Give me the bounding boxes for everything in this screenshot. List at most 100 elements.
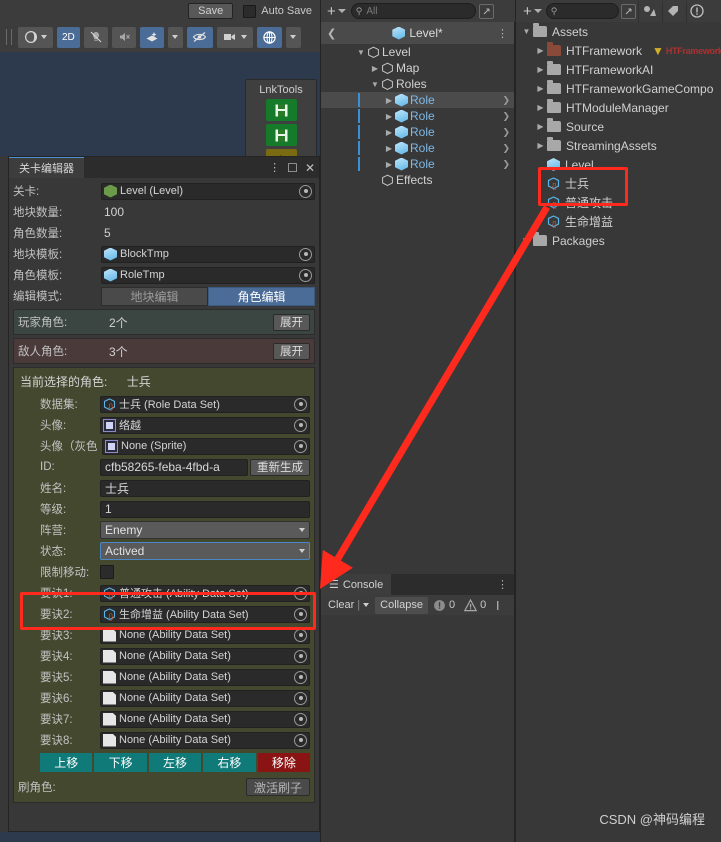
- twirl-right-icon[interactable]: ▶: [369, 64, 381, 73]
- twirl-right-icon[interactable]: ▶: [534, 122, 547, 131]
- hierarchy-item-effects[interactable]: Effects: [321, 172, 514, 188]
- ability-3-object-field[interactable]: None (Ability Data Set): [100, 626, 310, 644]
- shading-mode-button[interactable]: [18, 26, 53, 48]
- move-up-button[interactable]: 上移: [40, 753, 93, 772]
- twirl-right-icon[interactable]: ▶: [383, 160, 395, 169]
- scene-camera-button[interactable]: [216, 26, 253, 48]
- limit-move-checkbox[interactable]: [100, 565, 114, 579]
- state-dropdown[interactable]: Actived: [100, 542, 310, 560]
- level-input[interactable]: 1: [100, 500, 310, 518]
- 2d-toggle-button[interactable]: 2D: [57, 26, 80, 48]
- avatar-gray-object-field[interactable]: None (Sprite): [102, 437, 310, 455]
- twirl-right-icon[interactable]: ▶: [534, 103, 547, 112]
- move-down-button[interactable]: 下移: [94, 753, 147, 772]
- object-picker-icon[interactable]: [294, 649, 307, 663]
- ability-1-object-field[interactable]: {} 普通攻击 (Ability Data Set): [100, 584, 310, 602]
- move-right-button[interactable]: 右移: [203, 753, 256, 772]
- role-template-object-field[interactable]: RoleTmp: [101, 266, 315, 284]
- name-input[interactable]: 士兵: [100, 479, 310, 497]
- chevron-right-icon[interactable]: ❯: [502, 127, 510, 138]
- tab-level-editor[interactable]: 关卡编辑器: [9, 157, 84, 178]
- hierarchy-item-roles[interactable]: ▼ Roles: [321, 76, 514, 92]
- block-template-object-field[interactable]: BlockTmp: [101, 245, 315, 263]
- object-picker-icon[interactable]: [294, 418, 307, 432]
- more-options-icon[interactable]: ⋮: [497, 27, 508, 40]
- hierarchy-item-level[interactable]: ▼ Level: [321, 44, 514, 60]
- project-create-button[interactable]: +: [521, 4, 544, 19]
- object-picker-icon[interactable]: [294, 397, 307, 411]
- object-picker-icon[interactable]: [299, 184, 312, 198]
- scene-fx-dropdown[interactable]: [167, 26, 183, 48]
- project-item-life-gain[interactable]: {} 生命增益: [516, 212, 721, 231]
- ability-6-object-field[interactable]: None (Ability Data Set): [100, 689, 310, 707]
- dataset-object-field[interactable]: {} 士兵 (Role Data Set): [100, 395, 310, 413]
- scene-audio-button[interactable]: [111, 26, 136, 48]
- object-picker-icon[interactable]: [294, 733, 307, 747]
- twirl-right-icon[interactable]: ▶: [534, 84, 547, 93]
- project-item-htframework[interactable]: ▶ HTFramework ▼ HTFramework: [516, 41, 721, 60]
- twirl-right-icon[interactable]: ▶: [534, 141, 547, 150]
- id-input[interactable]: cfb58265-feba-4fbd-a: [100, 458, 248, 476]
- avatar-object-field[interactable]: 络越: [100, 416, 310, 434]
- save-all-button[interactable]: [265, 124, 297, 146]
- edit-mode-block-button[interactable]: 地块编辑: [101, 286, 208, 306]
- move-left-button[interactable]: 左移: [148, 753, 202, 772]
- twirl-down-icon[interactable]: ▼: [520, 27, 533, 36]
- error-icon[interactable]: [685, 0, 708, 22]
- ability-7-object-field[interactable]: None (Ability Data Set): [100, 710, 310, 728]
- project-item-htframeworkgamecomponent[interactable]: ▶ HTFrameworkGameCompo: [516, 79, 721, 98]
- twirl-right-icon[interactable]: ▶: [383, 112, 395, 121]
- scene-gizmos-dropdown[interactable]: [285, 26, 301, 48]
- hierarchy-item-role[interactable]: ▶ Role ❯: [321, 156, 514, 172]
- object-picker-icon[interactable]: [299, 247, 312, 261]
- hierarchy-item-role[interactable]: ▶ Role ❯: [321, 108, 514, 124]
- hierarchy-create-button[interactable]: +: [325, 4, 348, 19]
- project-search-input[interactable]: ⚲: [545, 3, 619, 19]
- scene-view[interactable]: 2D LnkTools: [0, 22, 320, 221]
- close-icon[interactable]: ✕: [305, 161, 315, 175]
- twirl-down-icon[interactable]: ▼: [355, 48, 367, 57]
- auto-save-checkbox[interactable]: [243, 4, 257, 18]
- chevron-right-icon[interactable]: ❯: [502, 143, 510, 154]
- twirl-right-icon[interactable]: ▶: [520, 236, 533, 245]
- hierarchy-search-input[interactable]: ⚲ All: [350, 3, 476, 19]
- chevron-right-icon[interactable]: ❯: [502, 111, 510, 122]
- ability-5-object-field[interactable]: None (Ability Data Set): [100, 668, 310, 686]
- error-count[interactable]: 0: [429, 599, 459, 612]
- object-picker-icon[interactable]: [294, 607, 307, 621]
- twirl-right-icon[interactable]: ▶: [383, 96, 395, 105]
- back-icon[interactable]: ❮: [327, 27, 336, 40]
- scene-visibility-button[interactable]: [186, 26, 213, 48]
- hierarchy-expand-icon[interactable]: [478, 3, 494, 19]
- chevron-right-icon[interactable]: ❯: [502, 95, 510, 106]
- hierarchy-item-role[interactable]: ▶ Role ❯: [321, 92, 514, 108]
- warning-count[interactable]: 0: [460, 598, 490, 612]
- twirl-right-icon[interactable]: ▶: [534, 65, 547, 74]
- project-item-streamingassets[interactable]: ▶ StreamingAssets: [516, 136, 721, 155]
- player-roles-expand-button[interactable]: 展开: [273, 313, 310, 331]
- camp-dropdown[interactable]: Enemy: [100, 521, 310, 539]
- hierarchy-item-role[interactable]: ▶ Role ❯: [321, 140, 514, 156]
- object-picker-icon[interactable]: [294, 439, 307, 453]
- ability-4-object-field[interactable]: None (Ability Data Set): [100, 647, 310, 665]
- filter-by-type-icon[interactable]: [637, 0, 660, 22]
- twirl-right-icon[interactable]: ▶: [383, 144, 395, 153]
- object-picker-icon[interactable]: [294, 670, 307, 684]
- project-item-packages[interactable]: ▶ Packages: [516, 231, 721, 250]
- scene-lighting-button[interactable]: [83, 26, 108, 48]
- project-item-htmodulemanager[interactable]: ▶ HTModuleManager: [516, 98, 721, 117]
- twirl-right-icon[interactable]: ▶: [534, 46, 547, 55]
- collapse-button[interactable]: Collapse: [375, 596, 428, 614]
- regenerate-id-button[interactable]: 重新生成: [250, 458, 310, 476]
- chevron-right-icon[interactable]: ❯: [502, 159, 510, 170]
- tab-console[interactable]: ☰ Console: [321, 574, 392, 595]
- clear-button[interactable]: Clear |: [323, 597, 374, 614]
- filter-by-label-icon[interactable]: [661, 0, 684, 22]
- twirl-right-icon[interactable]: ▶: [383, 128, 395, 137]
- object-picker-icon[interactable]: [294, 691, 307, 705]
- project-item-source[interactable]: ▶ Source: [516, 117, 721, 136]
- toolbar-grip[interactable]: [6, 29, 12, 45]
- enemy-roles-expand-button[interactable]: 展开: [273, 342, 310, 360]
- project-item-htframeworkai[interactable]: ▶ HTFrameworkAI: [516, 60, 721, 79]
- scene-gizmos-button[interactable]: [256, 26, 282, 48]
